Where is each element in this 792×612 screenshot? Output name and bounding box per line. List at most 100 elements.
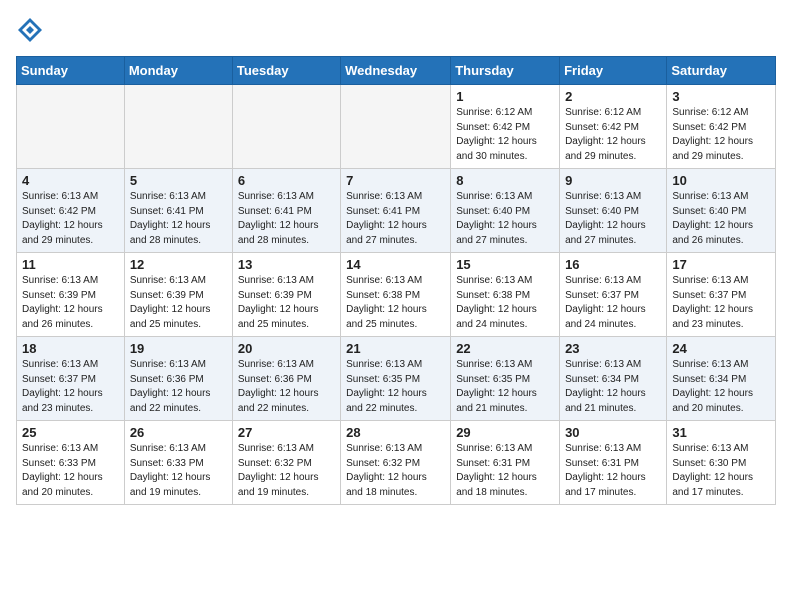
day-number: 6: [238, 173, 335, 188]
logo: [16, 16, 48, 44]
day-info: Sunrise: 6:13 AM Sunset: 6:40 PM Dayligh…: [456, 190, 554, 248]
calendar-cell: [17, 85, 125, 169]
day-number: 24: [672, 341, 770, 356]
calendar-cell: 14 Sunrise: 6:13 AM Sunset: 6:38 PM Dayli…: [341, 253, 451, 337]
day-info: Sunrise: 6:13 AM Sunset: 6:32 PM Dayligh…: [238, 442, 335, 500]
day-number: 4: [22, 173, 119, 188]
calendar-cell: 30 Sunrise: 6:13 AM Sunset: 6:31 PM Dayli…: [560, 421, 667, 505]
col-header-tuesday: Tuesday: [232, 57, 340, 85]
calendar-cell: 25Sunrise: 6:13 AM Sunset: 6:33 PM Dayli…: [17, 421, 125, 505]
calendar-cell: 1Sunrise: 6:12 AM Sunset: 6:42 PM Daylig…: [451, 85, 560, 169]
day-info: Sunrise: 6:13 AM Sunset: 6:40 PM Dayligh…: [565, 190, 661, 248]
calendar-cell: 24 Sunrise: 6:13 AM Sunset: 6:34 PM Dayli…: [667, 337, 776, 421]
calendar-cell: [124, 85, 232, 169]
calendar-cell: 9 Sunrise: 6:13 AM Sunset: 6:40 PM Daylig…: [560, 169, 667, 253]
day-number: 27: [238, 425, 335, 440]
calendar-week-2: 4 Sunrise: 6:13 AM Sunset: 6:42 PM Daylig…: [17, 169, 776, 253]
calendar-cell: 4 Sunrise: 6:13 AM Sunset: 6:42 PM Daylig…: [17, 169, 125, 253]
day-number: 16: [565, 257, 661, 272]
day-info: Sunrise: 6:12 AM Sunset: 6:42 PM Dayligh…: [672, 106, 770, 164]
day-number: 21: [346, 341, 445, 356]
col-header-monday: Monday: [124, 57, 232, 85]
day-number: 28: [346, 425, 445, 440]
day-number: 3: [672, 89, 770, 104]
day-info: Sunrise: 6:13 AM Sunset: 6:37 PM Dayligh…: [565, 274, 661, 332]
day-number: 22: [456, 341, 554, 356]
page-header: [16, 16, 776, 44]
day-info: Sunrise: 6:13 AM Sunset: 6:34 PM Dayligh…: [565, 358, 661, 416]
day-info: Sunrise: 6:13 AM Sunset: 6:38 PM Dayligh…: [456, 274, 554, 332]
col-header-thursday: Thursday: [451, 57, 560, 85]
calendar-cell: 7 Sunrise: 6:13 AM Sunset: 6:41 PM Daylig…: [341, 169, 451, 253]
day-number: 7: [346, 173, 445, 188]
day-info: Sunrise: 6:13 AM Sunset: 6:35 PM Dayligh…: [346, 358, 445, 416]
day-number: 9: [565, 173, 661, 188]
calendar-body: 1Sunrise: 6:12 AM Sunset: 6:42 PM Daylig…: [17, 85, 776, 505]
day-number: 29: [456, 425, 554, 440]
calendar-cell: 20 Sunrise: 6:13 AM Sunset: 6:36 PM Dayli…: [232, 337, 340, 421]
col-header-friday: Friday: [560, 57, 667, 85]
day-number: 17: [672, 257, 770, 272]
day-number: 2: [565, 89, 661, 104]
day-info: Sunrise: 6:13 AM Sunset: 6:34 PM Dayligh…: [672, 358, 770, 416]
calendar-cell: 10 Sunrise: 6:13 AM Sunset: 6:40 PM Dayli…: [667, 169, 776, 253]
day-number: 10: [672, 173, 770, 188]
day-number: 11: [22, 257, 119, 272]
day-info: Sunrise: 6:13 AM Sunset: 6:41 PM Dayligh…: [130, 190, 227, 248]
day-number: 14: [346, 257, 445, 272]
day-number: 20: [238, 341, 335, 356]
col-header-wednesday: Wednesday: [341, 57, 451, 85]
calendar-cell: 29Sunrise: 6:13 AM Sunset: 6:31 PM Dayli…: [451, 421, 560, 505]
day-info: Sunrise: 6:13 AM Sunset: 6:32 PM Dayligh…: [346, 442, 445, 500]
calendar-cell: 12Sunrise: 6:13 AM Sunset: 6:39 PM Dayli…: [124, 253, 232, 337]
day-number: 15: [456, 257, 554, 272]
calendar-cell: 21 Sunrise: 6:13 AM Sunset: 6:35 PM Dayli…: [341, 337, 451, 421]
day-info: Sunrise: 6:13 AM Sunset: 6:41 PM Dayligh…: [346, 190, 445, 248]
calendar-cell: 23 Sunrise: 6:13 AM Sunset: 6:34 PM Dayli…: [560, 337, 667, 421]
calendar-cell: 13 Sunrise: 6:13 AM Sunset: 6:39 PM Dayli…: [232, 253, 340, 337]
day-info: Sunrise: 6:13 AM Sunset: 6:41 PM Dayligh…: [238, 190, 335, 248]
calendar-cell: [232, 85, 340, 169]
calendar-cell: 2Sunrise: 6:12 AM Sunset: 6:42 PM Daylig…: [560, 85, 667, 169]
calendar-cell: 28 Sunrise: 6:13 AM Sunset: 6:32 PM Dayli…: [341, 421, 451, 505]
calendar-cell: 27 Sunrise: 6:13 AM Sunset: 6:32 PM Dayli…: [232, 421, 340, 505]
calendar-cell: 22Sunrise: 6:13 AM Sunset: 6:35 PM Dayli…: [451, 337, 560, 421]
day-number: 26: [130, 425, 227, 440]
day-info: Sunrise: 6:13 AM Sunset: 6:38 PM Dayligh…: [346, 274, 445, 332]
calendar-cell: 17 Sunrise: 6:13 AM Sunset: 6:37 PM Dayli…: [667, 253, 776, 337]
day-number: 31: [672, 425, 770, 440]
day-number: 30: [565, 425, 661, 440]
calendar-table: SundayMondayTuesdayWednesdayThursdayFrid…: [16, 56, 776, 505]
calendar-cell: 16 Sunrise: 6:13 AM Sunset: 6:37 PM Dayli…: [560, 253, 667, 337]
calendar-week-3: 11 Sunrise: 6:13 AM Sunset: 6:39 PM Dayli…: [17, 253, 776, 337]
day-info: Sunrise: 6:13 AM Sunset: 6:39 PM Dayligh…: [22, 274, 119, 332]
day-info: Sunrise: 6:12 AM Sunset: 6:42 PM Dayligh…: [456, 106, 554, 164]
day-number: 5: [130, 173, 227, 188]
day-number: 13: [238, 257, 335, 272]
day-info: Sunrise: 6:13 AM Sunset: 6:42 PM Dayligh…: [22, 190, 119, 248]
col-header-saturday: Saturday: [667, 57, 776, 85]
calendar-cell: 15 Sunrise: 6:13 AM Sunset: 6:38 PM Dayli…: [451, 253, 560, 337]
calendar-cell: 8Sunrise: 6:13 AM Sunset: 6:40 PM Daylig…: [451, 169, 560, 253]
calendar-cell: 18Sunrise: 6:13 AM Sunset: 6:37 PM Dayli…: [17, 337, 125, 421]
calendar-week-5: 25Sunrise: 6:13 AM Sunset: 6:33 PM Dayli…: [17, 421, 776, 505]
calendar-cell: 19 Sunrise: 6:13 AM Sunset: 6:36 PM Dayli…: [124, 337, 232, 421]
day-number: 23: [565, 341, 661, 356]
day-info: Sunrise: 6:13 AM Sunset: 6:39 PM Dayligh…: [130, 274, 227, 332]
calendar-header: SundayMondayTuesdayWednesdayThursdayFrid…: [17, 57, 776, 85]
calendar-cell: 6 Sunrise: 6:13 AM Sunset: 6:41 PM Daylig…: [232, 169, 340, 253]
calendar-week-1: 1Sunrise: 6:12 AM Sunset: 6:42 PM Daylig…: [17, 85, 776, 169]
day-info: Sunrise: 6:13 AM Sunset: 6:37 PM Dayligh…: [672, 274, 770, 332]
day-info: Sunrise: 6:13 AM Sunset: 6:36 PM Dayligh…: [238, 358, 335, 416]
logo-icon: [16, 16, 44, 44]
day-info: Sunrise: 6:13 AM Sunset: 6:40 PM Dayligh…: [672, 190, 770, 248]
calendar-cell: 31Sunrise: 6:13 AM Sunset: 6:30 PM Dayli…: [667, 421, 776, 505]
calendar-cell: 5 Sunrise: 6:13 AM Sunset: 6:41 PM Daylig…: [124, 169, 232, 253]
header-row: SundayMondayTuesdayWednesdayThursdayFrid…: [17, 57, 776, 85]
day-info: Sunrise: 6:13 AM Sunset: 6:31 PM Dayligh…: [565, 442, 661, 500]
calendar-cell: 11 Sunrise: 6:13 AM Sunset: 6:39 PM Dayli…: [17, 253, 125, 337]
day-number: 19: [130, 341, 227, 356]
day-info: Sunrise: 6:13 AM Sunset: 6:39 PM Dayligh…: [238, 274, 335, 332]
day-info: Sunrise: 6:13 AM Sunset: 6:33 PM Dayligh…: [22, 442, 119, 500]
day-info: Sunrise: 6:13 AM Sunset: 6:36 PM Dayligh…: [130, 358, 227, 416]
